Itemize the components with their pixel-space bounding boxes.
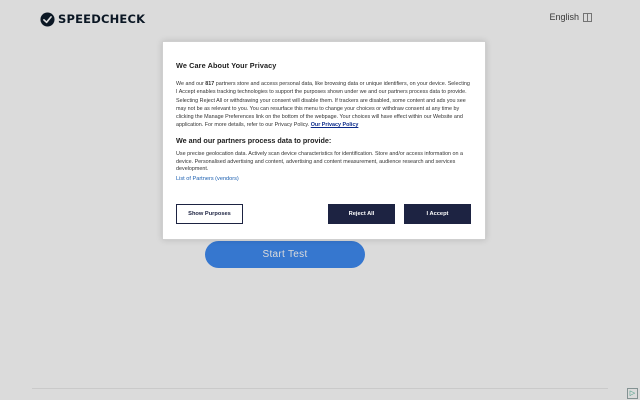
partner-count: 817: [205, 81, 215, 87]
accept-button[interactable]: I Accept: [404, 204, 471, 224]
consent-description: We and our 817 partners store and access…: [176, 80, 471, 130]
privacy-policy-link[interactable]: Our Privacy Policy: [311, 122, 359, 128]
consent-buttons: Show Purposes Reject All I Accept: [176, 204, 472, 224]
show-purposes-button[interactable]: Show Purposes: [176, 204, 243, 224]
consent-purposes: Use precise geolocation data. Actively s…: [176, 150, 464, 173]
consent-subtitle: We and our partners process data to prov…: [176, 135, 332, 145]
consent-dialog: We Care About Your Privacy We and our 81…: [162, 41, 486, 240]
reject-all-button[interactable]: Reject All: [328, 204, 395, 224]
consent-title: We Care About Your Privacy: [176, 61, 277, 70]
consent-intro-text: We and our: [176, 81, 206, 87]
partners-list-link[interactable]: List of Partners (vendors): [176, 176, 471, 182]
